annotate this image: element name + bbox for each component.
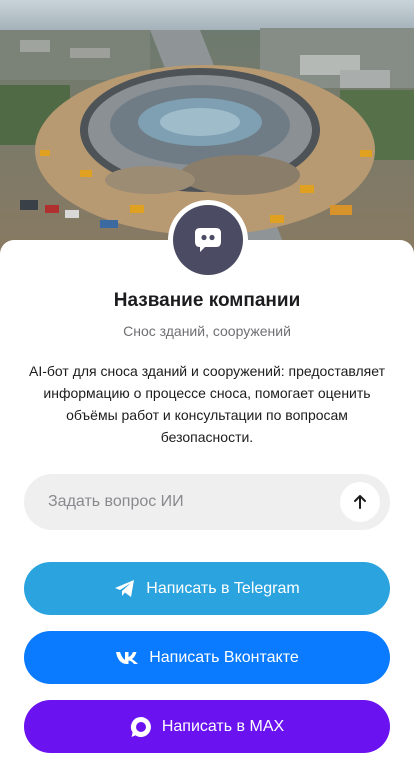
company-name: Название компании	[113, 290, 301, 311]
vk-button-label: Написать Вконтакте	[149, 648, 299, 666]
vk-icon	[116, 651, 139, 664]
send-button[interactable]	[340, 482, 380, 522]
avatar	[168, 200, 248, 280]
telegram-button-label: Написать в Telegram	[146, 579, 300, 597]
company-description: AI-бот для сноса зданий и сооружений: пр…	[29, 363, 385, 445]
ask-ai-field[interactable]	[24, 474, 390, 530]
telegram-button[interactable]: Написать в Telegram	[24, 562, 390, 615]
max-button[interactable]: Написать в MAX	[24, 700, 390, 753]
max-button-label: Написать в MAX	[161, 717, 285, 735]
ask-ai-input[interactable]	[48, 474, 348, 530]
avatar-circle	[173, 205, 243, 275]
company-subtitle: Снос зданий, сооружений	[123, 323, 291, 339]
chat-bubble-icon	[195, 228, 221, 252]
max-icon	[130, 716, 151, 737]
arrow-up-icon	[354, 495, 366, 509]
telegram-icon	[115, 579, 135, 597]
vk-button[interactable]: Написать Вконтакте	[24, 631, 390, 684]
